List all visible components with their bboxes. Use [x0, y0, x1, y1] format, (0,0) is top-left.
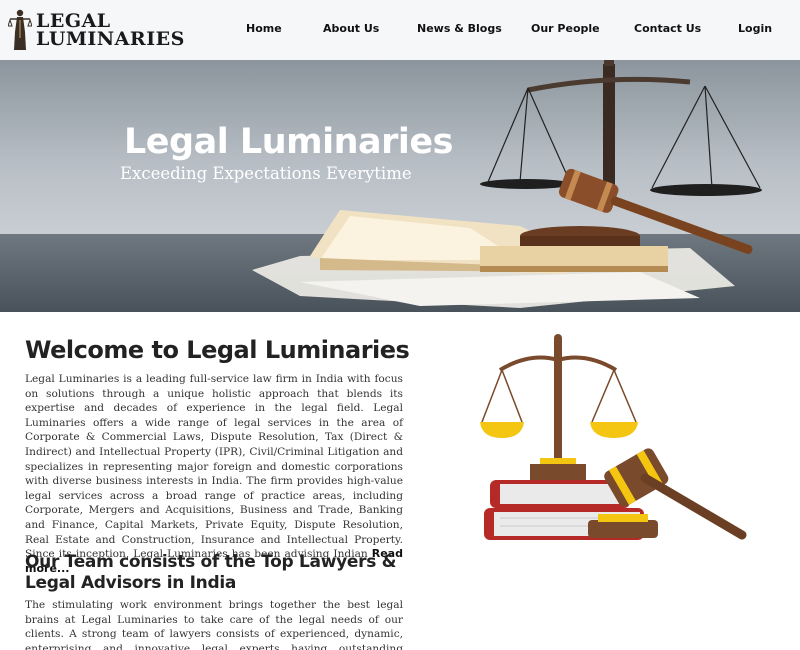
hero-subtitle: Exceeding Expectations Everytime — [120, 164, 412, 183]
nav-news-blogs[interactable]: News & Blogs — [417, 22, 502, 35]
scales-of-justice-icon — [480, 334, 638, 480]
hero-banner: Legal Luminaries Exceeding Expectations … — [0, 60, 800, 312]
logo-line-2: LUMINARIES — [36, 28, 185, 50]
scales-gavel-illustration — [480, 334, 747, 540]
hero-books-scales-gavel-image — [252, 60, 762, 308]
nav-contact-us[interactable]: Contact Us — [634, 22, 701, 35]
hero-title: Legal Luminaries — [124, 122, 453, 162]
welcome-body-text: Legal Luminaries is a leading full-servi… — [25, 373, 403, 561]
nav-home[interactable]: Home — [246, 22, 282, 35]
welcome-paragraph: Legal Luminaries is a leading full-servi… — [25, 372, 403, 576]
site-header: LEGAL LUMINARIES Home About Us News & Bl… — [0, 0, 800, 60]
nav-login[interactable]: Login — [738, 22, 772, 35]
welcome-heading: Welcome to Legal Luminaries — [25, 336, 410, 364]
team-paragraph: The stimulating work environment brings … — [25, 599, 403, 650]
nav-about-us[interactable]: About Us — [323, 22, 379, 35]
team-heading: Our Team consists of the Top Lawyers & L… — [25, 552, 397, 593]
site-logo[interactable]: LEGAL LUMINARIES — [8, 6, 184, 54]
lady-justice-icon — [8, 9, 32, 50]
nav-our-people[interactable]: Our People — [531, 22, 600, 35]
